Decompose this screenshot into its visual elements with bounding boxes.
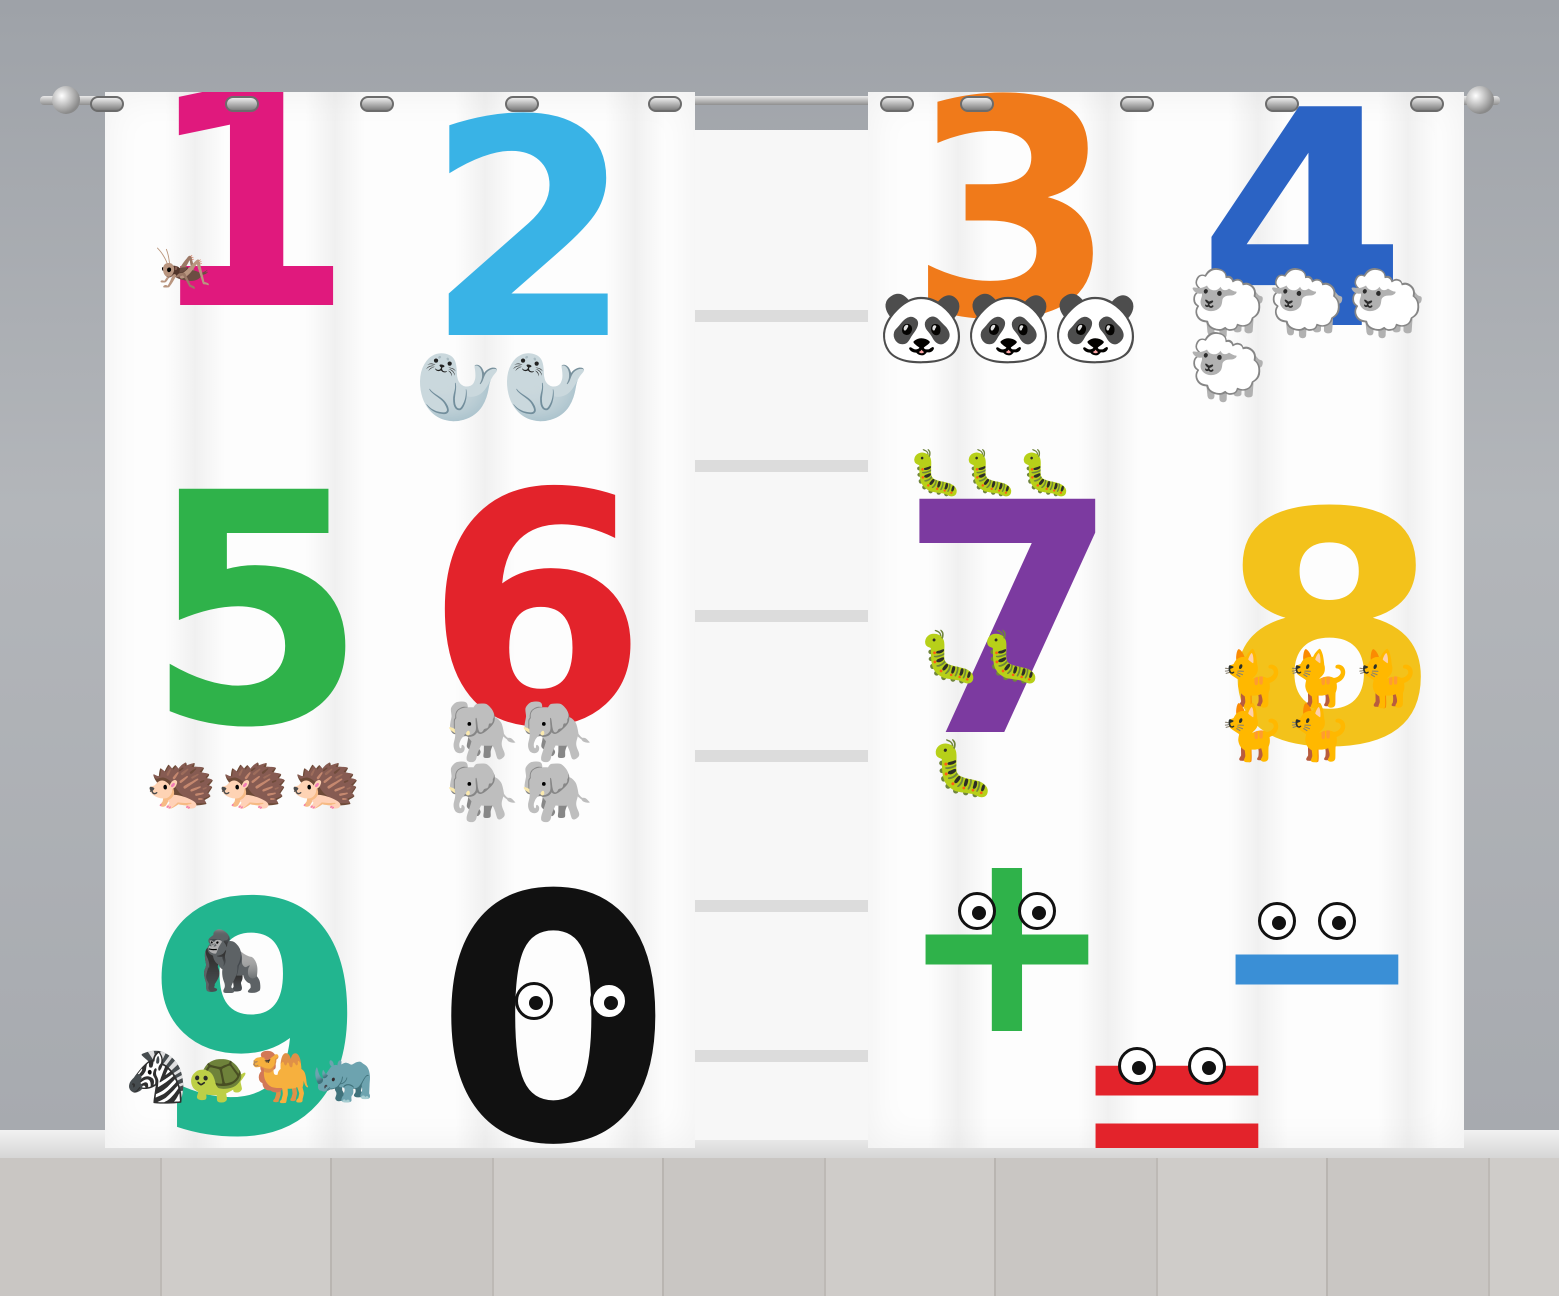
digit-five: 5	[145, 426, 368, 798]
cat-icon: 🐈🐈🐈 🐈🐈	[1218, 647, 1420, 764]
caterpillar-icon: 🐛🐛🐛	[908, 448, 1073, 499]
window-bar	[688, 1050, 874, 1062]
window-bar	[688, 310, 874, 322]
eye-icon	[515, 982, 553, 1020]
grommet	[1265, 96, 1299, 112]
equals-sign: =	[1068, 951, 1286, 1148]
hedgehog-icon: 🦔🦔🦔	[145, 747, 362, 815]
left-curtain-panel: 1 🦗 2 🦭🦭 5 🦔🦔🦔 6 🐘🐘 🐘🐘 9 🦍 🦓🐢🐫🦏 0	[105, 92, 695, 1148]
rod-finial-left	[52, 86, 80, 114]
grasshopper-icon: 🦗	[155, 238, 213, 292]
grommet	[1120, 96, 1154, 112]
window-bar	[688, 610, 874, 622]
eye-icon	[1118, 1047, 1156, 1085]
eye-icon	[1258, 902, 1296, 940]
eye-icon	[1018, 892, 1056, 930]
grommet	[648, 96, 682, 112]
window	[682, 130, 880, 1140]
eye-icon	[958, 892, 996, 930]
grommet	[880, 96, 914, 112]
rod-finial-right	[1466, 86, 1494, 114]
grommet	[1410, 96, 1444, 112]
window-bar	[688, 900, 874, 912]
walrus-icon: 🦭🦭	[415, 346, 590, 428]
zoo-animals-icon: 🦓🐢🐫🦏	[125, 1048, 375, 1106]
grommet	[225, 96, 259, 112]
gorilla-icon: 🦍	[195, 927, 268, 995]
eye-icon	[590, 982, 628, 1020]
grommet	[90, 96, 124, 112]
eye-icon	[1318, 902, 1356, 940]
grommet	[360, 96, 394, 112]
floor	[0, 1158, 1559, 1296]
grommet	[960, 96, 994, 112]
window-bar	[688, 460, 874, 472]
window-bar	[688, 750, 874, 762]
sheep-icon: 🐑🐑🐑🐑	[1188, 267, 1428, 405]
digit-seven: 7	[898, 436, 1121, 808]
right-curtain-panel: 3 🐼🐼🐼 4 🐑🐑🐑🐑 7 🐛🐛🐛 🐛🐛 🐛 8 🐈🐈🐈 🐈🐈 + − =	[868, 92, 1464, 1148]
caterpillar-icon: 🐛	[928, 737, 996, 800]
digit-two: 2	[425, 92, 634, 406]
digit-one: 1	[145, 92, 354, 376]
elephant-icon: 🐘🐘 🐘🐘	[445, 697, 595, 827]
eye-icon	[1188, 1047, 1226, 1085]
caterpillar-icon: 🐛🐛	[918, 628, 1043, 686]
digit-zero: 0	[435, 824, 672, 1148]
grommet	[505, 96, 539, 112]
panda-icon: 🐼🐼🐼	[878, 286, 1140, 368]
